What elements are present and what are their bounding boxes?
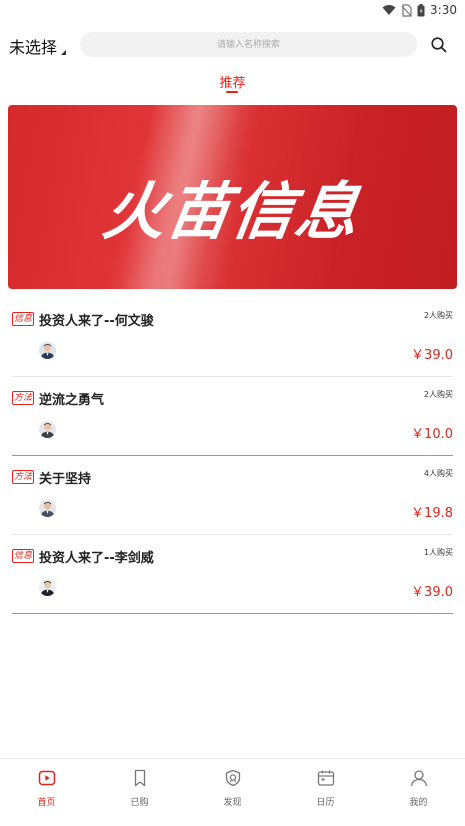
bottom-nav: 首页 已购 发现 日历 我的 [0, 758, 465, 826]
list-item[interactable]: 方法 逆流之勇气 2人购买 ￥10.0 [12, 377, 453, 456]
banner-title: 火苗信息 [98, 175, 365, 248]
status-icons: 3:30 [382, 3, 457, 17]
item-tag: 信息 [12, 549, 35, 563]
caret-icon [61, 50, 67, 55]
tab-label: 推荐 [219, 76, 246, 91]
no-sim-icon [401, 3, 412, 17]
item-tag: 信息 [12, 312, 35, 326]
nav-label: 发现 [223, 798, 242, 808]
search-input[interactable] [80, 32, 417, 57]
status-bar: 3:30 [0, 0, 465, 22]
calendar-icon [317, 769, 335, 791]
search-icon[interactable] [430, 36, 448, 54]
item-title: 投资人来了--何文骏 [39, 314, 154, 329]
nav-label: 我的 [409, 798, 428, 808]
tab-recommend[interactable]: 推荐 [0, 72, 465, 93]
product-list: 信息 投资人来了--何文骏 2人购买 ￥39.0 方法 逆流之勇气 2人购买 ￥… [12, 298, 453, 614]
search-box[interactable] [80, 32, 417, 57]
battery-icon [417, 3, 425, 17]
item-title: 投资人来了--李剑威 [39, 551, 154, 566]
item-title: 逆流之勇气 [39, 393, 105, 408]
nav-label: 日历 [316, 798, 335, 808]
nav-calendar[interactable]: 日历 [279, 759, 372, 826]
city-label: 未选择 [9, 38, 58, 57]
list-item[interactable]: 信息 投资人来了--何文骏 2人购买 ￥39.0 [12, 298, 453, 377]
item-price: ￥19.8 [411, 506, 453, 521]
item-price: ￥39.0 [411, 348, 453, 363]
nav-home[interactable]: 首页 [0, 759, 93, 826]
nav-label: 已购 [130, 798, 149, 808]
list-item[interactable]: 信息 投资人来了--李剑威 1人购买 ￥39.0 [12, 535, 453, 614]
nav-label: 首页 [37, 798, 56, 808]
avatar [39, 579, 56, 596]
user-icon [410, 769, 428, 791]
city-selector[interactable]: 未选择 [9, 34, 67, 58]
item-buyers: 2人购买 [423, 311, 453, 320]
avatar [39, 500, 56, 517]
avatar [39, 342, 56, 359]
nav-discover[interactable]: 发现 [186, 759, 279, 826]
avatar [39, 421, 56, 438]
header: 未选择 [0, 28, 465, 62]
bookmark-icon [131, 769, 149, 791]
discover-icon [224, 769, 242, 791]
clock-time: 3:30 [430, 3, 457, 17]
item-title: 关于坚持 [39, 472, 92, 487]
item-buyers: 1人购买 [423, 548, 453, 557]
item-price: ￥39.0 [411, 585, 453, 600]
wifi-icon [382, 4, 396, 16]
home-icon [38, 769, 56, 791]
list-item[interactable]: 方法 关于坚持 4人购买 ￥19.8 [12, 456, 453, 535]
tab-underline [226, 91, 238, 93]
nav-purchased[interactable]: 已购 [93, 759, 186, 826]
nav-profile[interactable]: 我的 [372, 759, 465, 826]
item-tag: 方法 [12, 470, 35, 484]
item-price: ￥10.0 [411, 427, 453, 442]
item-buyers: 2人购买 [423, 390, 453, 399]
banner[interactable]: 火苗信息 [8, 105, 457, 289]
item-tag: 方法 [12, 391, 35, 405]
item-buyers: 4人购买 [423, 469, 453, 478]
